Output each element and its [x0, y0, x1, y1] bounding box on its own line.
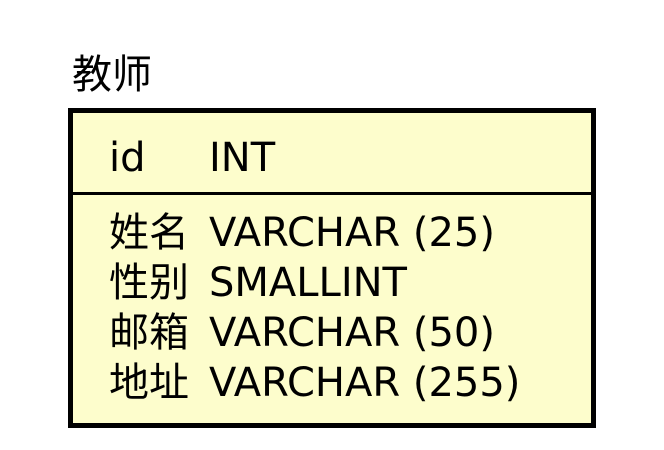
primary-key-type: INT [209, 135, 276, 181]
entity-box: id INT 姓名 VARCHAR (25) 性别 SMALLINT 邮箱 VA… [68, 108, 596, 428]
attribute-name: 邮箱 [109, 310, 189, 356]
entity-title: 教师 [72, 52, 152, 98]
attribute-type: VARCHAR (50) [209, 310, 495, 356]
attribute-type: VARCHAR (255) [209, 360, 521, 406]
primary-key-section: id INT [73, 113, 591, 195]
attribute-type: SMALLINT [209, 260, 407, 306]
attributes-section: 姓名 VARCHAR (25) 性别 SMALLINT 邮箱 VARCHAR (… [73, 195, 591, 423]
attribute-name: 地址 [109, 360, 189, 406]
attribute-type: VARCHAR (25) [209, 210, 495, 256]
primary-key-name: id [109, 135, 146, 181]
attribute-name: 性别 [109, 260, 189, 306]
attribute-name: 姓名 [109, 210, 189, 256]
